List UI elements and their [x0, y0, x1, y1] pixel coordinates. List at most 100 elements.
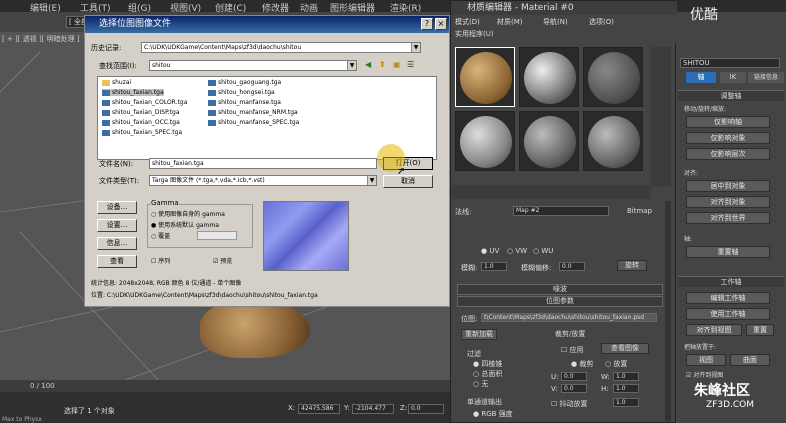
history-combo[interactable]: C:\UDK\UDKGame\Content\Maps\zf3d\daochu\…: [141, 42, 421, 53]
material-slot-1[interactable]: [455, 47, 515, 107]
object-name-field[interactable]: SHITOU: [680, 58, 780, 68]
affect-object-button[interactable]: 仅影响对象: [686, 132, 770, 144]
material-side-toolbar[interactable]: [651, 47, 671, 187]
file-item[interactable]: shitou_manfanse.tga: [208, 99, 281, 106]
time-slider[interactable]: 0 / 100: [0, 380, 450, 392]
up-folder-icon[interactable]: ⬆: [379, 60, 386, 69]
material-slot-2[interactable]: [519, 47, 579, 107]
bitmap-params-rollout[interactable]: 位图参数: [457, 296, 663, 307]
view-button[interactable]: 查看: [97, 255, 137, 268]
menu-options[interactable]: 选项(O): [589, 17, 614, 27]
sequence-checkbox[interactable]: ☐ 序列: [151, 256, 170, 265]
filter-pyramidal-radio[interactable]: ● 四棱锥: [473, 359, 502, 369]
menu-navigation[interactable]: 导航(N): [543, 17, 568, 27]
filter-none-radio[interactable]: ○ 无: [473, 379, 488, 389]
adjust-pivot-rollout[interactable]: 调整轴: [678, 90, 784, 101]
align-to-world-button[interactable]: 对齐到世界: [686, 212, 770, 224]
map-name-field[interactable]: Map #2: [513, 206, 609, 216]
file-item[interactable]: shitou_faxian_DISP.tga: [102, 109, 180, 116]
devices-button[interactable]: 设备...: [97, 201, 137, 214]
filename-input[interactable]: shitou_faxian.tga: [149, 158, 377, 169]
jitter-checkbox[interactable]: ☐ 抖动放置: [551, 399, 588, 409]
lookin-combo[interactable]: shitou ▼: [149, 60, 357, 71]
file-item[interactable]: shitou_faxian_COLOR.tga: [102, 99, 187, 106]
place-radio[interactable]: ○ 放置: [605, 359, 627, 369]
view-button[interactable]: 视图: [686, 354, 726, 366]
file-name: shitou_gaoguang.tga: [218, 79, 282, 86]
u-field[interactable]: 0.0: [561, 372, 587, 381]
affect-hierarchy-button[interactable]: 仅影响层次: [686, 148, 770, 160]
working-pivot-rollout[interactable]: 工作轴: [678, 276, 784, 287]
align-to-object-button[interactable]: 对齐到对象: [686, 196, 770, 208]
filter-summed-radio[interactable]: ○ 总面积: [473, 369, 502, 379]
setup-button[interactable]: 设置...: [97, 219, 137, 232]
material-toolbar[interactable]: [451, 185, 651, 199]
menu-utilities[interactable]: 实用程序(U): [455, 29, 494, 39]
x-coord-field[interactable]: 42475.586: [298, 404, 340, 414]
tab-ik[interactable]: IK: [720, 72, 746, 83]
z-coord-field[interactable]: 0.0: [408, 404, 444, 414]
apply-checkbox[interactable]: ☐ 应用: [561, 345, 584, 355]
rotate-button[interactable]: 旋转: [617, 260, 647, 271]
align-to-view-button[interactable]: 对齐到视图: [686, 324, 742, 336]
reload-button[interactable]: 重新加载: [461, 329, 497, 340]
mono-rgb-radio[interactable]: ● RGB 强度: [473, 409, 513, 419]
gamma-own-radio[interactable]: ○ 使用图像自身的 gamma: [151, 209, 225, 218]
file-item[interactable]: shitou_faxian_SPEC.tga: [102, 129, 182, 136]
reset-button[interactable]: 重置: [746, 324, 774, 336]
noise-rollout[interactable]: 噪波: [457, 284, 663, 295]
v-field[interactable]: 0.0: [561, 384, 587, 393]
blur-offset-field[interactable]: 0.0: [559, 262, 585, 271]
file-item[interactable]: shitou_hongsei.tga: [208, 89, 275, 96]
view-image-button[interactable]: 查看图像: [601, 343, 649, 354]
use-working-pivot-button[interactable]: 使用工作轴: [686, 308, 770, 320]
w-field[interactable]: 1.0: [613, 372, 639, 381]
crop-radio[interactable]: ● 裁剪: [571, 359, 593, 369]
close-icon[interactable]: ×: [435, 18, 447, 30]
rock-model[interactable]: [200, 300, 310, 358]
material-slot-3[interactable]: [583, 47, 643, 107]
surface-button[interactable]: 曲面: [730, 354, 770, 366]
back-icon[interactable]: ◀: [365, 60, 371, 69]
affect-pivot-button[interactable]: 仅影响轴: [686, 116, 770, 128]
gamma-override-field[interactable]: [197, 231, 237, 240]
tab-pivot[interactable]: 轴: [686, 72, 716, 83]
uv-radio[interactable]: ● UV: [481, 247, 499, 255]
map-type-button[interactable]: Bitmap: [627, 207, 652, 215]
vw-radio[interactable]: ○ VW: [507, 247, 527, 255]
filter-title: 过滤: [467, 350, 481, 358]
edit-working-pivot-button[interactable]: 编辑工作轴: [686, 292, 770, 304]
blur-field[interactable]: 1.0: [481, 262, 507, 271]
center-to-object-button[interactable]: 居中到对象: [686, 180, 770, 192]
material-slot-4[interactable]: [455, 111, 515, 171]
menu-material[interactable]: 材质(M): [497, 17, 523, 27]
file-item-selected[interactable]: shitou_faxian.tga: [102, 89, 164, 96]
menu-modes[interactable]: 模式(D): [455, 17, 480, 27]
filetype-select[interactable]: Targa 图像文件 (*.tga,*.vda,*.icb,*.vst) ▼: [149, 175, 377, 186]
maxscript-prompt[interactable]: Max to Physx: [2, 416, 42, 423]
gamma-system-radio[interactable]: ● 使用系统默认 gamma: [151, 220, 219, 229]
folder-item[interactable]: shuzai: [102, 79, 131, 86]
material-slot-6[interactable]: [583, 111, 643, 171]
file-item[interactable]: shitou_manfanse_NRM.tga: [208, 109, 298, 116]
y-coord-field[interactable]: -2104.477: [352, 404, 394, 414]
material-scrollbar[interactable]: [665, 201, 671, 421]
reset-pivot-button[interactable]: 重置轴: [686, 246, 770, 258]
file-item[interactable]: shitou_manfanse_SPEC.tga: [208, 119, 299, 126]
new-folder-icon[interactable]: ▣: [393, 60, 401, 69]
preview-checkbox[interactable]: ☑ 预览: [213, 256, 232, 265]
view-menu-icon[interactable]: ☰: [407, 60, 414, 69]
gamma-override-radio[interactable]: ○ 覆盖: [151, 231, 170, 240]
jitter-field[interactable]: 1.0: [613, 398, 639, 407]
file-item[interactable]: shitou_faxian_OCC.tga: [102, 119, 180, 126]
tab-link-info[interactable]: 链接信息: [748, 72, 784, 83]
material-slot-5[interactable]: [519, 111, 579, 171]
cancel-button[interactable]: 取消: [383, 175, 433, 188]
help-button[interactable]: ?: [421, 18, 433, 30]
h-field[interactable]: 1.0: [613, 384, 639, 393]
file-item[interactable]: shitou_gaoguang.tga: [208, 79, 281, 86]
info-button[interactable]: 信息...: [97, 237, 137, 250]
bitmap-path-button[interactable]: t\Content\Maps\zf3d\daochu\shitou\shitou…: [481, 313, 657, 322]
viewport-label[interactable]: [ + ][ 透视 ][ 明暗处理 ]: [2, 34, 80, 44]
wu-radio[interactable]: ○ WU: [533, 247, 553, 255]
